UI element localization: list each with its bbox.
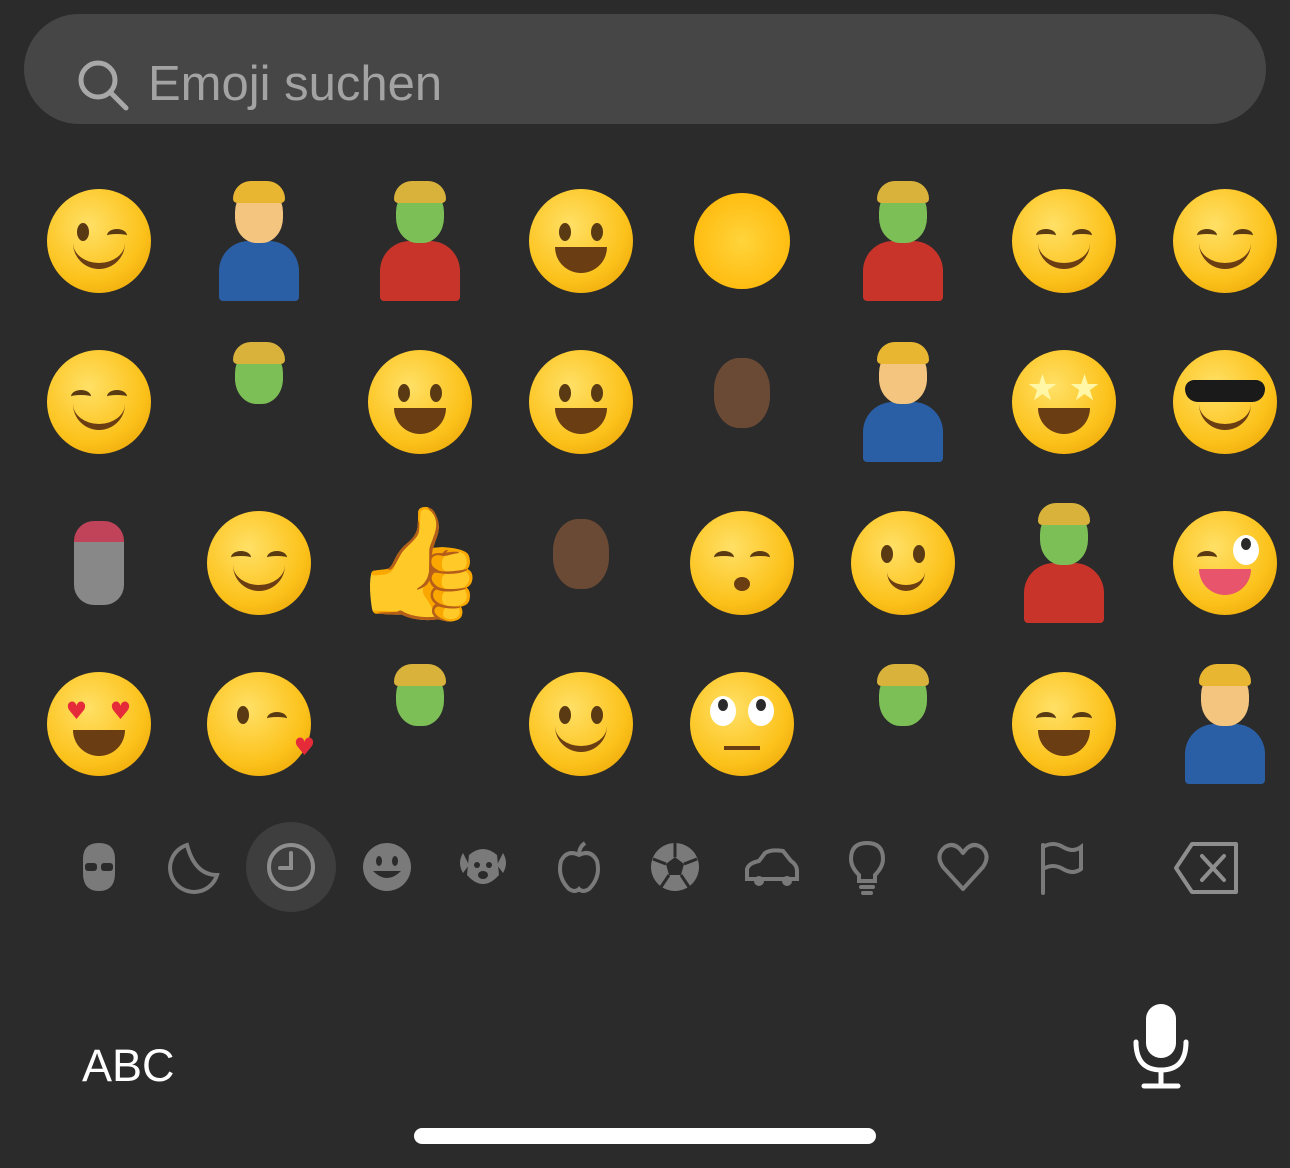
car-icon <box>745 848 799 886</box>
category-food[interactable] <box>534 822 624 912</box>
emoji-face-blowing-a-kiss[interactable]: ♥ <box>178 643 339 804</box>
emoji-sleeping-face[interactable] <box>661 482 822 643</box>
emoji-thumbs-up[interactable]: 👍 <box>339 482 500 643</box>
emoji-memoji-green-exploding-head[interactable] <box>178 321 339 482</box>
emoji-memoji-green-halo[interactable] <box>822 160 983 321</box>
emoji-face-savoring-food[interactable] <box>1144 160 1290 321</box>
emoji-search-bar[interactable] <box>24 14 1266 124</box>
lightbulb-icon <box>848 840 886 895</box>
emoji-memoji-green-kiss[interactable] <box>822 643 983 804</box>
emoji-smiling-face-with-heart-eyes[interactable]: ♥ ♥ <box>18 643 179 804</box>
emoji-face-with-thermometer[interactable] <box>500 643 661 804</box>
category-activity[interactable] <box>630 822 720 912</box>
backspace-icon[interactable] <box>1172 838 1242 898</box>
emoji-man-facepalming[interactable] <box>1144 643 1290 804</box>
flag-icon <box>1041 842 1083 895</box>
category-smileys[interactable] <box>342 822 432 912</box>
emoji-memoji-dark-beard[interactable] <box>500 482 661 643</box>
memoji-face-icon <box>83 843 115 891</box>
search-icon <box>78 60 129 111</box>
category-memoji[interactable] <box>54 822 144 912</box>
emoji-memoji-dark-crying[interactable] <box>661 321 822 482</box>
category-animals[interactable] <box>438 822 528 912</box>
emoji-grinning-face-big-eyes[interactable] <box>500 321 661 482</box>
category-objects[interactable] <box>822 822 912 912</box>
emoji-star-struck[interactable]: ★ ★ <box>983 321 1144 482</box>
emoji-smiling-face-with-sunglasses[interactable] <box>1144 321 1290 482</box>
category-symbols[interactable] <box>918 822 1008 912</box>
emoji-memoji-green-thumbs-up[interactable] <box>339 643 500 804</box>
emoji-grinning-face-with-sweat[interactable] <box>500 160 661 321</box>
emoji-partying-face[interactable] <box>983 160 1144 321</box>
clock-icon <box>267 843 315 891</box>
emoji-category-bar <box>50 820 1240 916</box>
category-flags[interactable] <box>1014 822 1104 912</box>
emoji-memoji-red-hat-jumping[interactable] <box>18 482 179 643</box>
category-travel[interactable] <box>726 822 816 912</box>
microphone-icon[interactable] <box>1128 1000 1194 1090</box>
category-stickers[interactable] <box>150 822 240 912</box>
emoji-smiling-face-with-smiling-eyes[interactable] <box>178 482 339 643</box>
emoji-memoji-green-hiding-face[interactable] <box>983 482 1144 643</box>
category-recent[interactable] <box>246 822 336 912</box>
emoji-winking-face-with-tongue[interactable] <box>1144 482 1290 643</box>
emoji-man-raising-hand[interactable] <box>822 321 983 482</box>
emoji-grinning-face-with-big-eyes[interactable] <box>339 321 500 482</box>
emoji-man-shrugging[interactable] <box>178 160 339 321</box>
emoji-sun[interactable] <box>661 160 822 321</box>
emoji-winking-face[interactable] <box>18 160 179 321</box>
abc-keyboard-button[interactable]: ABC <box>82 1040 175 1092</box>
search-input[interactable] <box>148 52 848 116</box>
dog-icon <box>460 849 506 884</box>
emoji-beaming-face[interactable] <box>983 643 1144 804</box>
smiley-icon <box>363 843 411 891</box>
soccer-ball-icon <box>651 843 699 891</box>
emoji-memoji-green-heart-hands[interactable] <box>339 160 500 321</box>
apple-icon <box>558 841 600 893</box>
heart-icon <box>937 843 989 891</box>
home-indicator[interactable] <box>414 1128 876 1144</box>
emoji-smiling-face-with-open-hands[interactable] <box>18 321 179 482</box>
sticker-icon <box>168 842 220 894</box>
emoji-face-with-rolling-eyes[interactable] <box>661 643 822 804</box>
emoji-grid: ★ ★ 👍 ♥ ♥ ♥ <box>16 160 1290 800</box>
emoji-thinking-face[interactable] <box>822 482 983 643</box>
